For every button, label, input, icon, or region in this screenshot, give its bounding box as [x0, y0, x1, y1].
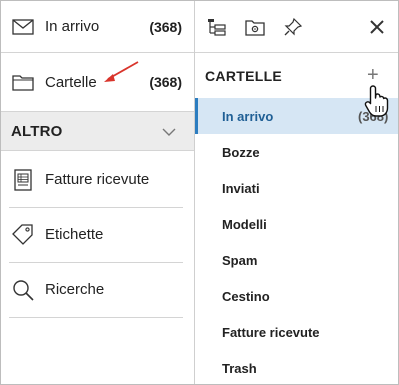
add-folder-button[interactable]: +: [367, 65, 379, 85]
invoice-icon: [11, 168, 35, 192]
folder-item-trash[interactable]: Trash: [195, 350, 398, 384]
unread-count: (368): [149, 18, 182, 35]
left-navigation: In arrivo (368) Cartelle (368) ALTRO Fat…: [1, 1, 194, 384]
hand-cursor-icon: [364, 85, 389, 117]
folder-label: Bozze: [222, 144, 260, 160]
folder-label: Trash: [222, 360, 257, 376]
nav-item-etichette[interactable]: Etichette: [1, 208, 194, 261]
folder-item-inviati[interactable]: Inviati: [195, 170, 398, 206]
folders-panel: CARTELLE + In arrivo (368) Bozze Inviati…: [195, 1, 398, 384]
nav-item-label: Etichette: [45, 226, 104, 243]
tag-icon: [11, 223, 35, 247]
envelope-icon: [11, 15, 35, 39]
folder-tree-icon[interactable]: [205, 15, 229, 39]
nav-item-ricerche[interactable]: Ricerche: [1, 263, 194, 316]
nav-item-inbox[interactable]: In arrivo (368): [1, 1, 194, 53]
chevron-down-icon: [162, 124, 176, 142]
folder-item-fatture-ricevute[interactable]: Fatture ricevute: [195, 314, 398, 350]
panel-toolbar: [195, 1, 398, 53]
folder-label: Cestino: [222, 288, 270, 304]
folder-icon: [11, 70, 35, 94]
nav-item-label: Cartelle: [45, 73, 97, 91]
section-title: ALTRO: [11, 122, 63, 140]
section-header-altro[interactable]: ALTRO: [1, 111, 194, 151]
folder-settings-icon[interactable]: [243, 15, 267, 39]
unread-count: (368): [149, 74, 182, 90]
pin-icon[interactable]: [281, 15, 305, 39]
nav-item-label: Fatture ricevute: [45, 171, 150, 188]
folder-label: Modelli: [222, 216, 267, 232]
folder-label: Inviati: [222, 180, 260, 196]
folder-label: Fatture ricevute: [222, 324, 320, 340]
folder-label: In arrivo: [222, 108, 274, 124]
folder-item-cestino[interactable]: Cestino: [195, 278, 398, 314]
divider: [9, 317, 183, 318]
folder-label: Spam: [222, 252, 258, 268]
nav-item-label: In arrivo: [45, 18, 100, 35]
nav-item-label: Ricerche: [45, 281, 105, 298]
close-icon[interactable]: [365, 15, 389, 39]
annotation-arrow: [104, 61, 139, 82]
folder-list: In arrivo (368) Bozze Inviati Modelli Sp…: [195, 98, 398, 384]
panel-title: CARTELLE: [205, 68, 283, 84]
nav-item-fatture-ricevute[interactable]: Fatture ricevute: [1, 153, 194, 206]
search-icon: [11, 278, 35, 302]
folder-item-modelli[interactable]: Modelli: [195, 206, 398, 242]
folder-item-bozze[interactable]: Bozze: [195, 134, 398, 170]
folder-item-spam[interactable]: Spam: [195, 242, 398, 278]
nav-item-folders[interactable]: Cartelle (368): [1, 54, 194, 110]
